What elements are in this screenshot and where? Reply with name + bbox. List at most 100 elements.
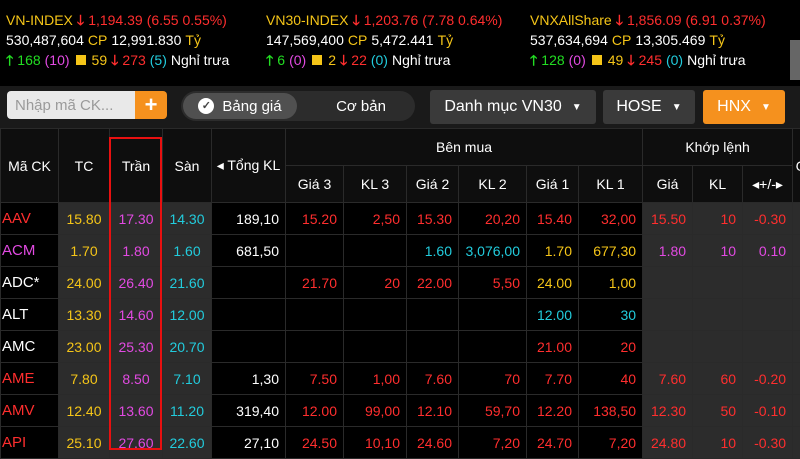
index-vnindex[interactable]: VN-INDEX 🡓 1,194.39 (6.55 0.55%) 530,487… [6, 10, 229, 70]
index-name: VN30-INDEX [266, 10, 348, 30]
bid-price-1-cell: 24.00 [527, 267, 579, 299]
col-bid-vol-2[interactable]: KL 2 [459, 166, 527, 203]
toggle-fundamental[interactable]: Cơ bản [311, 93, 411, 119]
index-scrollbar[interactable] [790, 40, 800, 80]
bid-price-1-cell: 21.00 [527, 331, 579, 363]
watchlist-label: Danh mục VN30 [444, 98, 561, 116]
table-row[interactable]: AMV12.4013.6011.20319,4012.0099,0012.105… [1, 395, 800, 427]
index-down-count: 245 [639, 50, 662, 70]
toggle-price-board-label: Bảng giá [222, 98, 281, 115]
table-row[interactable]: ACM1.701.801.60681,501.603,076,001.70677… [1, 235, 800, 267]
index-floor-count: (5) [150, 50, 167, 70]
ceiling-price-cell: 14.60 [110, 299, 163, 331]
floor-price-cell: 14.30 [163, 203, 212, 235]
symbol-cell: ACM [1, 235, 59, 267]
bid-vol-2-cell: 59,70 [459, 395, 527, 427]
table-row[interactable]: API25.1027.6022.6027,1024.5010,1024.607,… [1, 427, 800, 459]
index-unit: Tỷ [438, 30, 454, 50]
col-symbol[interactable]: Mã CK [1, 129, 59, 203]
index-vnxallshare[interactable]: VNXAllShare 🡓 1,856.09 (6.91 0.37%) 537,… [530, 10, 766, 70]
col-bid-price-1[interactable]: Giá 1 [527, 166, 579, 203]
col-total-volume[interactable]: ◂ Tổng KL [212, 129, 286, 203]
col-extra[interactable]: G [793, 129, 800, 203]
index-down-count: 273 [122, 50, 145, 70]
match-change-cell: -0.30 [743, 427, 793, 459]
col-match-price[interactable]: Giá [643, 166, 693, 203]
floor-price-cell: 12.00 [163, 299, 212, 331]
exchange-hnx-dropdown[interactable]: HNX ▼ [703, 90, 785, 124]
bid-vol-2-cell: 7,20 [459, 427, 527, 459]
col-bid-price-2[interactable]: Giá 2 [407, 166, 459, 203]
bid-price-2-cell: 15.30 [407, 203, 459, 235]
match-price-cell [643, 299, 693, 331]
total-volume-cell: 1,30 [212, 363, 286, 395]
match-volume-cell: 50 [693, 395, 743, 427]
table-row[interactable]: AAV15.8017.3014.30189,1015.202,5015.3020… [1, 203, 800, 235]
total-volume-cell: 27,10 [212, 427, 286, 459]
view-toggle[interactable]: ✓ Bảng giá Cơ bản [181, 91, 415, 121]
symbol-search-input[interactable] [7, 91, 135, 119]
bid-vol-3-cell [344, 331, 407, 363]
index-up-count: 168 [17, 50, 40, 70]
table-row[interactable]: ALT13.3014.6012.0012.0030 [1, 299, 800, 331]
flat-square-icon [312, 55, 322, 65]
table-row[interactable]: ADC*24.0026.4021.6021.702022.005,5024.00… [1, 267, 800, 299]
bid-price-3-cell: 21.70 [286, 267, 344, 299]
bid-price-3-cell [286, 299, 344, 331]
col-bid-vol-1[interactable]: KL 1 [579, 166, 643, 203]
match-change-cell: -0.10 [743, 395, 793, 427]
floor-price-cell: 7.10 [163, 363, 212, 395]
ceiling-price-cell: 13.60 [110, 395, 163, 427]
bid-price-2-cell: 1.60 [407, 235, 459, 267]
symbol-cell: AMV [1, 395, 59, 427]
reference-price-cell: 24.00 [59, 267, 110, 299]
col-match-change[interactable]: ◂+/-▸ [743, 166, 793, 203]
bid-price-3-cell [286, 235, 344, 267]
index-vn30[interactable]: VN30-INDEX 🡓 1,203.76 (7.78 0.64%) 147,5… [266, 10, 502, 70]
total-volume-cell [212, 267, 286, 299]
price-board: Mã CK TC Trần Sàn ◂ Tổng KL Bên mua Khớp… [0, 128, 800, 450]
col-match-volume[interactable]: KL [693, 166, 743, 203]
symbol-cell: AMC [1, 331, 59, 363]
table-row[interactable]: AMC23.0025.3020.7021.0020 [1, 331, 800, 363]
index-volume: 530,487,604 [6, 30, 84, 50]
ceiling-price-cell: 25.30 [110, 331, 163, 363]
arrow-down-icon: 🡓 [352, 10, 359, 30]
table-row[interactable]: AME7.808.507.101,307.501,007.60707.70407… [1, 363, 800, 395]
match-volume-cell: 10 [693, 235, 743, 267]
bid-vol-1-cell: 138,50 [579, 395, 643, 427]
total-volume-cell: 681,50 [212, 235, 286, 267]
exchange-hose-dropdown[interactable]: HOSE ▼ [603, 90, 695, 124]
col-ceiling[interactable]: Trần [110, 129, 163, 203]
index-bar: VN-INDEX 🡓 1,194.39 (6.55 0.55%) 530,487… [0, 0, 800, 86]
toggle-price-board[interactable]: ✓ Bảng giá [183, 93, 297, 119]
bid-vol-3-cell: 20 [344, 267, 407, 299]
bid-price-2-cell: 22.00 [407, 267, 459, 299]
index-change: (7.78 0.64%) [422, 10, 502, 30]
col-bid-vol-3[interactable]: KL 3 [344, 166, 407, 203]
watchlist-dropdown[interactable]: Danh mục VN30 ▼ [430, 90, 596, 124]
ceiling-price-cell: 26.40 [110, 267, 163, 299]
reference-price-cell: 25.10 [59, 427, 110, 459]
add-symbol-button[interactable]: + [135, 91, 167, 119]
col-bid-price-3[interactable]: Giá 3 [286, 166, 344, 203]
col-floor[interactable]: Sàn [163, 129, 212, 203]
match-change-cell [743, 299, 793, 331]
total-volume-cell: 319,40 [212, 395, 286, 427]
reference-price-cell: 7.80 [59, 363, 110, 395]
index-cp-label: CP [88, 30, 107, 50]
extra-cell [793, 427, 800, 459]
symbol-cell: AME [1, 363, 59, 395]
bid-vol-3-cell [344, 235, 407, 267]
match-price-cell: 7.60 [643, 363, 693, 395]
floor-price-cell: 22.60 [163, 427, 212, 459]
flat-square-icon [592, 55, 602, 65]
symbol-cell: API [1, 427, 59, 459]
bid-vol-1-cell: 7,20 [579, 427, 643, 459]
bid-vol-2-cell: 3,076,00 [459, 235, 527, 267]
flat-square-icon [76, 55, 86, 65]
col-reference[interactable]: TC [59, 129, 110, 203]
index-value: 1,203.76 [364, 10, 419, 30]
arrow-up-icon: 🡑 [266, 50, 273, 70]
ceiling-price-cell: 1.80 [110, 235, 163, 267]
